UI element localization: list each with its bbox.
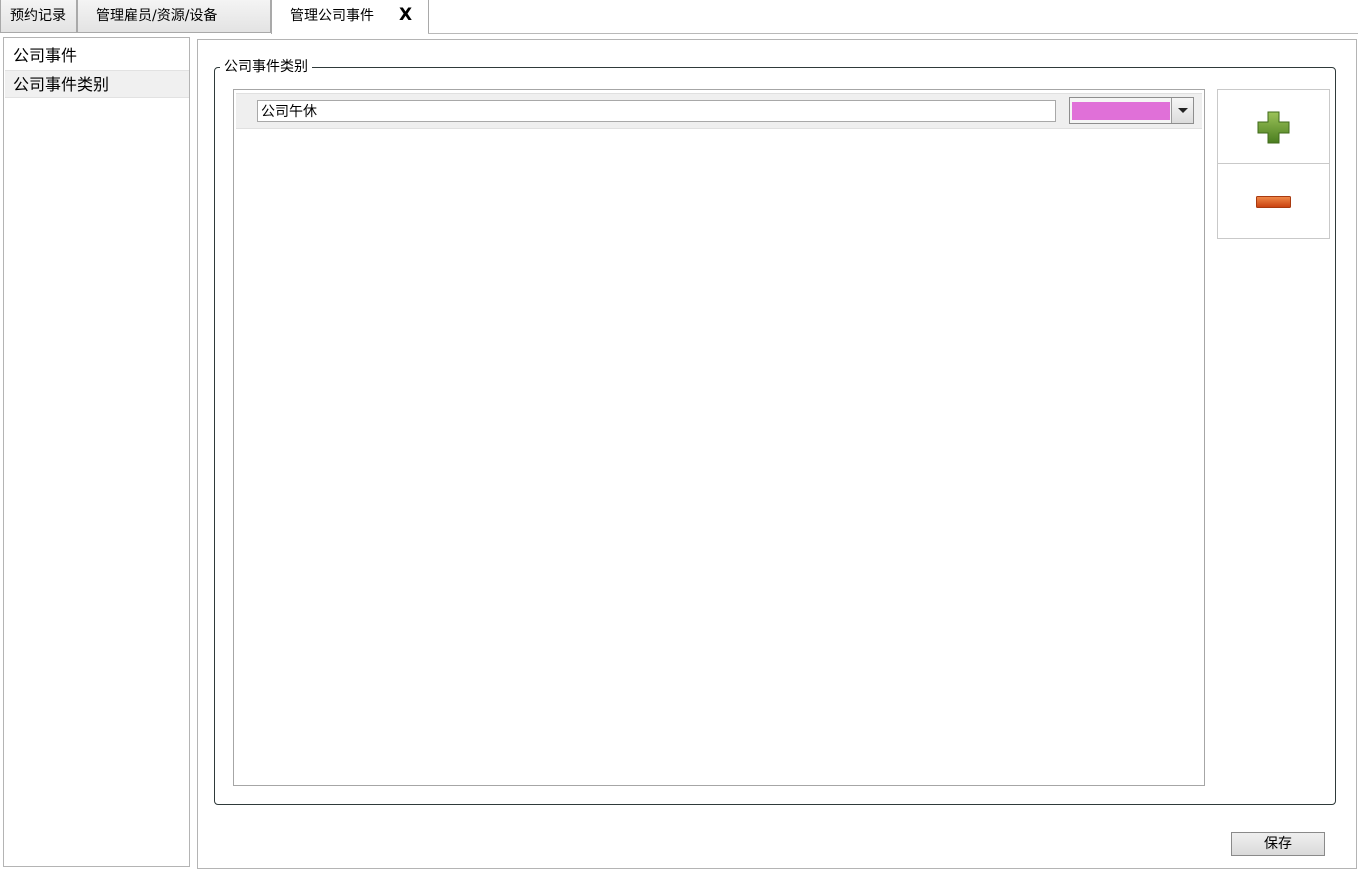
- category-color-picker[interactable]: [1069, 97, 1194, 124]
- tab-label: 管理公司事件: [290, 8, 374, 24]
- sidebar: 公司事件 公司事件类别: [3, 37, 190, 867]
- tab-divider: [428, 33, 1358, 34]
- chevron-down-icon[interactable]: [1171, 98, 1193, 123]
- tab-manage-company-events[interactable]: 管理公司事件 X: [271, 0, 429, 34]
- tab-bar: 预约记录 管理雇员/资源/设备 管理公司事件 X: [0, 0, 1363, 34]
- add-category-button[interactable]: [1217, 89, 1330, 164]
- color-swatch: [1072, 102, 1170, 120]
- tab-appointment-records[interactable]: 预约记录: [0, 0, 77, 33]
- sidebar-item-event-categories[interactable]: 公司事件类别: [5, 70, 189, 98]
- save-button[interactable]: 保存: [1231, 832, 1325, 856]
- category-name-input[interactable]: [257, 100, 1056, 122]
- group-title: 公司事件类别: [220, 58, 312, 76]
- tab-label: 预约记录: [10, 8, 66, 24]
- tab-label: 管理雇员/资源/设备: [96, 8, 218, 24]
- close-tab-button[interactable]: X: [399, 0, 412, 30]
- sidebar-item-company-events[interactable]: 公司事件: [5, 42, 189, 70]
- minus-icon: [1256, 196, 1291, 208]
- sidebar-item-label: 公司事件类别: [13, 75, 110, 94]
- tab-manage-staff-resources[interactable]: 管理雇员/资源/设备: [77, 0, 271, 33]
- category-list[interactable]: [233, 89, 1205, 786]
- sidebar-item-label: 公司事件: [13, 46, 78, 65]
- plus-icon: [1257, 111, 1290, 144]
- remove-category-button[interactable]: [1217, 163, 1330, 239]
